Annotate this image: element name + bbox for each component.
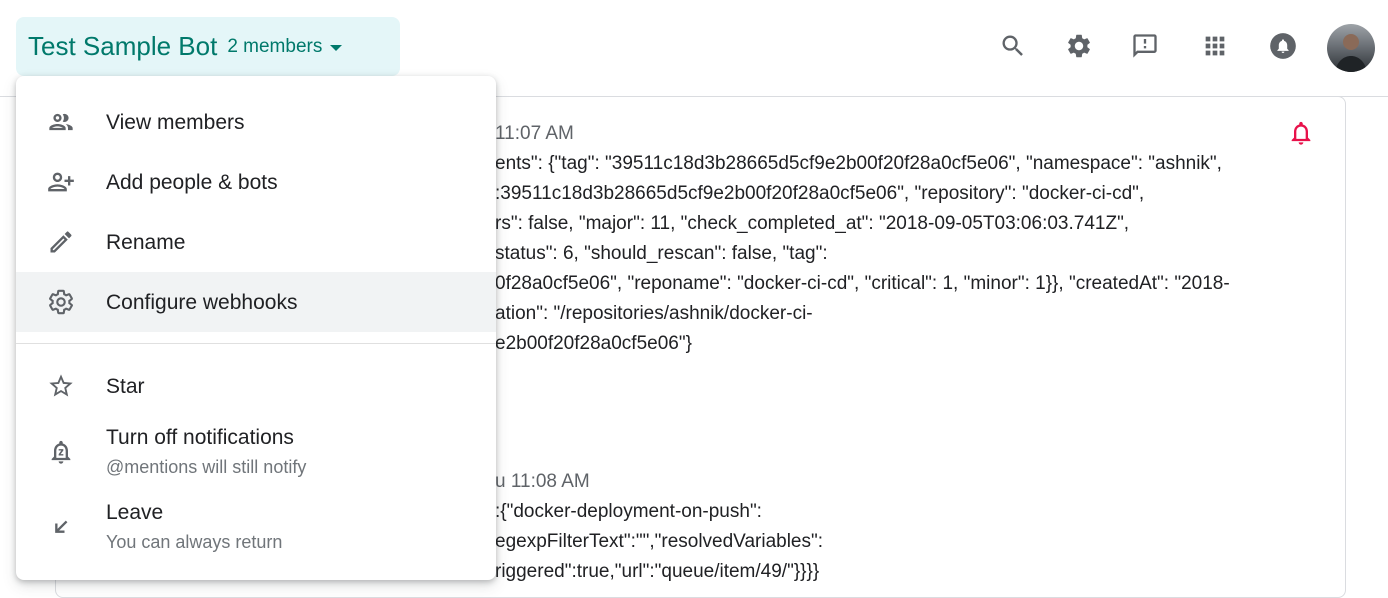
room-title-dropdown[interactable]: Test Sample Bot 2 members: [16, 17, 400, 76]
message-line: status": 6, "should_rescan": false, "tag…: [495, 243, 828, 264]
message-line: riggered":true,"url":"queue/item/49/"}}}…: [495, 561, 820, 582]
menu-item-sublabel: @mentions will still notify: [106, 457, 307, 477]
message-line: :39511c18d3b28665d5cf9e2b00f20f28a0cf5e0…: [495, 183, 1145, 204]
menu-item-label: Turn off notifications: [106, 426, 294, 449]
menu-item-view-members[interactable]: View members: [16, 92, 496, 152]
apps-grid-icon[interactable]: [1197, 28, 1233, 64]
message-line: ation": "/repositories/ashnik/docker-ci-: [495, 303, 813, 324]
menu-item-label: View members: [106, 111, 245, 134]
member-count: 2 members: [227, 35, 323, 57]
add-person-icon: [46, 167, 76, 197]
menu-item-label: Add people & bots: [106, 171, 278, 194]
menu-item-configure-webhooks[interactable]: Configure webhooks: [16, 272, 496, 332]
people-icon: [46, 107, 76, 137]
message-timestamp: 11:07 AM: [495, 123, 574, 144]
menu-item-sublabel: You can always return: [106, 532, 283, 552]
message-line: 0f28a0cf5e06", "reponame": "docker-ci-cd…: [495, 273, 1230, 294]
leave-arrow-icon: [46, 512, 76, 542]
menu-item-turn-off-notifications[interactable]: Turn off notifications @mentions will st…: [16, 416, 496, 486]
search-icon[interactable]: [995, 28, 1031, 64]
menu-item-leave[interactable]: Leave You can always return: [16, 492, 496, 562]
bell-icon[interactable]: [1287, 119, 1315, 147]
room-options-menu: View members Add people & bots Rename Co…: [16, 76, 496, 580]
message-line: rs": false, "major": 11, "check_complete…: [495, 213, 1130, 234]
message-timestamp: u 11:08 AM: [495, 471, 590, 492]
pencil-icon: [46, 227, 76, 257]
gear-icon[interactable]: [1061, 28, 1097, 64]
menu-item-label: Star: [106, 375, 145, 398]
caret-down-icon: [330, 44, 343, 51]
message-line: e2b00f20f28a0cf5e06"}: [495, 333, 692, 354]
gear-icon: [46, 287, 76, 317]
message-line: :{"docker-deployment-on-push":: [495, 501, 762, 522]
menu-item-label: Rename: [106, 231, 186, 254]
star-icon: [46, 371, 76, 401]
message-line: egexpFilterText":"","resolvedVariables":: [495, 531, 824, 552]
menu-item-star[interactable]: Star: [16, 356, 496, 416]
avatar[interactable]: [1327, 24, 1375, 72]
menu-item-add-people[interactable]: Add people & bots: [16, 152, 496, 212]
menu-item-label: Configure webhooks: [106, 291, 298, 314]
menu-item-rename[interactable]: Rename: [16, 212, 496, 272]
message-line: ents": {"tag": "39511c18d3b28665d5cf9e2b…: [495, 153, 1222, 174]
menu-divider: [16, 343, 496, 344]
room-title: Test Sample Bot: [28, 31, 218, 61]
notifications-icon[interactable]: [1265, 28, 1301, 64]
feedback-icon[interactable]: [1127, 28, 1163, 64]
snooze-bell-icon: [46, 437, 76, 467]
menu-item-label: Leave: [106, 501, 164, 524]
